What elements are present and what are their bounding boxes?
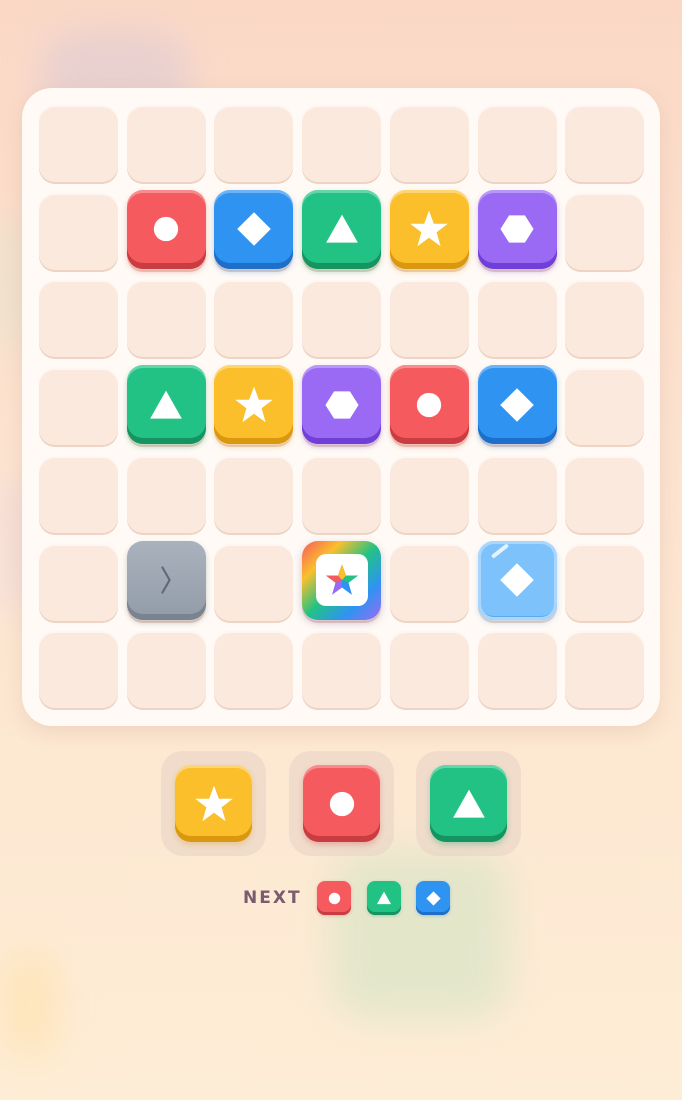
board-cell[interactable]	[389, 105, 469, 184]
tray-piece-yellow-star[interactable]	[175, 765, 252, 842]
circle-icon	[327, 891, 342, 906]
board-cell[interactable]	[565, 192, 645, 272]
board-cell[interactable]	[565, 631, 645, 711]
stone-block[interactable]	[126, 540, 206, 620]
board-cell[interactable]	[39, 192, 118, 272]
board-cell[interactable]	[214, 543, 294, 623]
board-cell[interactable]	[214, 455, 294, 535]
board-cell[interactable]	[477, 280, 557, 360]
yellow-star-block[interactable]	[389, 189, 469, 269]
yellow-star-block[interactable]	[214, 365, 294, 445]
ice-block[interactable]	[477, 540, 557, 620]
diamond-icon	[234, 209, 274, 249]
board-cell[interactable]	[126, 280, 206, 360]
triangle-icon	[451, 786, 487, 822]
board-cell[interactable]	[126, 631, 206, 711]
board-cell[interactable]	[214, 631, 294, 711]
board-cell[interactable]	[389, 543, 469, 623]
board-cell[interactable]	[302, 280, 382, 360]
board-cell[interactable]	[477, 105, 557, 184]
diamond-icon	[425, 890, 442, 907]
red-circle-block[interactable]	[126, 189, 206, 269]
board-cell[interactable]	[39, 105, 118, 184]
board-cell[interactable]	[39, 631, 118, 711]
hexagon-icon	[499, 211, 535, 247]
chevron-icon	[151, 565, 181, 595]
background-blob	[330, 850, 510, 1020]
board-cell[interactable]	[126, 455, 206, 535]
board-cell[interactable]	[302, 631, 382, 711]
board-cell[interactable]	[565, 368, 645, 448]
board-cell[interactable]	[477, 631, 557, 711]
triangle-icon	[376, 890, 392, 906]
next-piece-blue-diamond	[416, 881, 450, 915]
green-triangle-block[interactable]	[302, 189, 382, 269]
board-cell[interactable]	[302, 105, 382, 184]
purple-hexagon-block[interactable]	[302, 365, 382, 445]
diamond-icon	[497, 560, 537, 600]
tray-slot	[289, 751, 394, 856]
next-label: NEXT	[243, 888, 302, 908]
star-icon	[409, 209, 449, 249]
board-cell[interactable]	[302, 455, 382, 535]
board-cell[interactable]	[39, 543, 118, 623]
background-blob	[0, 950, 60, 1060]
board-cell[interactable]	[565, 105, 645, 184]
rainbow-star-icon	[315, 554, 368, 606]
next-piece-red-circle	[317, 881, 351, 915]
red-circle-block[interactable]	[389, 365, 469, 445]
ice-shine	[490, 542, 509, 559]
rainbow-wildcard-block[interactable]	[302, 540, 382, 620]
board-cell[interactable]	[565, 455, 645, 535]
triangle-icon	[324, 211, 360, 247]
board-cell[interactable]	[477, 455, 557, 535]
star-icon	[234, 385, 274, 425]
board-cell[interactable]	[214, 280, 294, 360]
board-cell[interactable]	[389, 455, 469, 535]
circle-icon	[150, 213, 182, 245]
board-cell[interactable]	[126, 105, 206, 184]
board-cell[interactable]	[39, 280, 118, 360]
tray-slot	[161, 751, 266, 856]
triangle-icon	[148, 387, 184, 423]
diamond-icon	[497, 385, 537, 425]
board-cell[interactable]	[565, 543, 645, 623]
tray-piece-red-circle[interactable]	[303, 765, 380, 842]
blue-diamond-block[interactable]	[214, 189, 294, 269]
board-cell[interactable]	[214, 105, 294, 184]
game-board	[22, 88, 660, 726]
purple-hexagon-block[interactable]	[477, 189, 557, 269]
board-cell[interactable]	[389, 631, 469, 711]
tray-piece-green-triangle[interactable]	[430, 765, 507, 842]
star-icon	[194, 784, 234, 824]
board-cell[interactable]	[39, 368, 118, 448]
blue-diamond-block[interactable]	[477, 365, 557, 445]
circle-icon	[413, 389, 445, 421]
board-cell[interactable]	[389, 280, 469, 360]
tray-slot	[416, 751, 521, 856]
next-piece-green-triangle	[367, 881, 401, 915]
board-cell[interactable]	[565, 280, 645, 360]
green-triangle-block[interactable]	[126, 365, 206, 445]
circle-icon	[326, 788, 358, 820]
board-cell[interactable]	[39, 455, 118, 535]
hexagon-icon	[324, 387, 360, 423]
